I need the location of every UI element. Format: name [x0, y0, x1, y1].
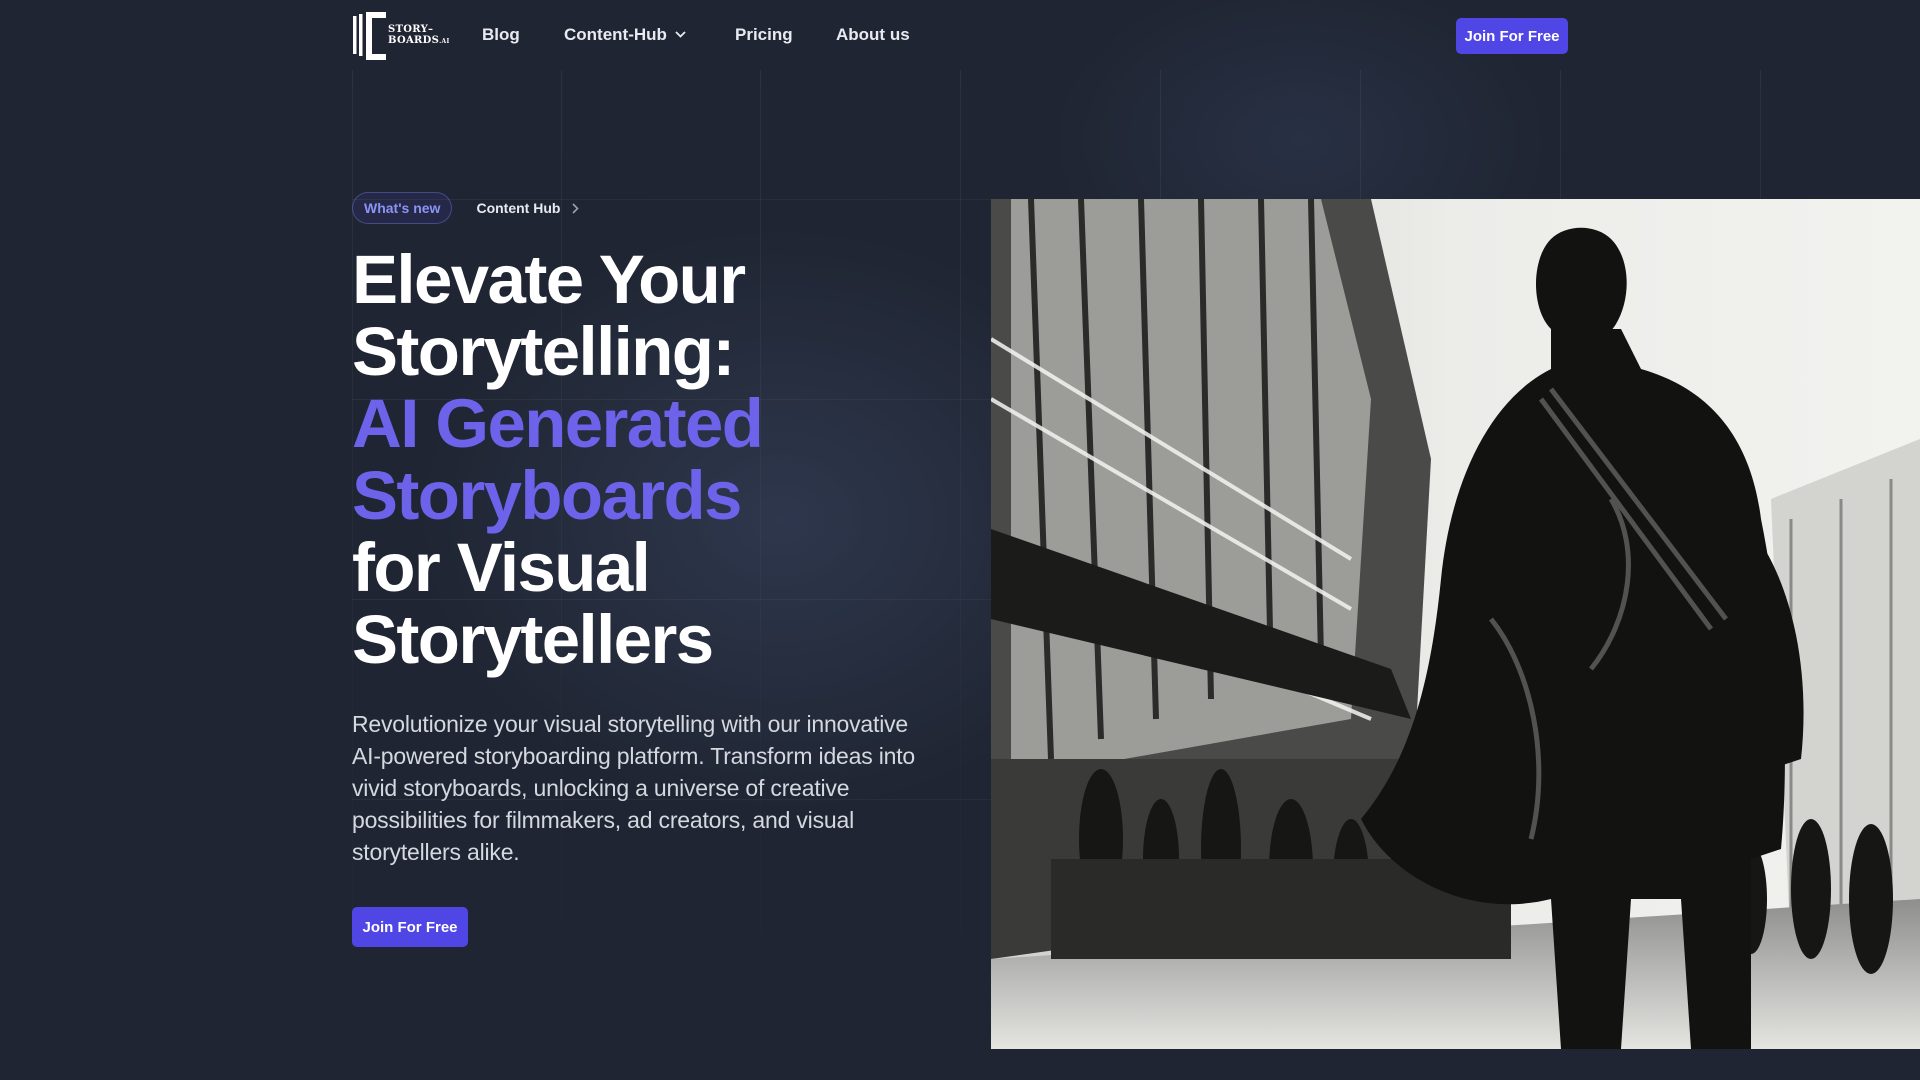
- headline-line: Elevate Your: [352, 241, 746, 318]
- nav-blog-link[interactable]: Blog: [482, 25, 520, 45]
- nav-content-hub-dropdown[interactable]: Content-Hub: [564, 25, 686, 45]
- landing-page: STORY– BOARDS.AI Blog Content-Hub Pricin…: [0, 0, 1920, 1080]
- chevron-down-icon: [675, 31, 686, 38]
- top-navigation: STORY– BOARDS.AI Blog Content-Hub Pricin…: [0, 0, 1920, 72]
- chevron-right-icon: [572, 202, 580, 214]
- headline-line: Storytellers: [352, 601, 714, 678]
- content-hub-link[interactable]: Content Hub: [476, 200, 580, 216]
- nav-pricing-link[interactable]: Pricing: [735, 25, 793, 45]
- storyboards-logo[interactable]: STORY– BOARDS.AI: [352, 8, 449, 64]
- logo-wordmark: STORY– BOARDS.AI: [388, 24, 450, 46]
- nav-about-link[interactable]: About us: [836, 25, 910, 45]
- join-for-free-hero-button[interactable]: Join For Free: [352, 907, 468, 947]
- logo-mark-icon: [353, 12, 386, 60]
- join-for-free-nav-button[interactable]: Join For Free: [1456, 18, 1568, 54]
- grid-line: [960, 70, 961, 1080]
- hero-headline: Elevate Your Storytelling: AI Generated …: [352, 244, 912, 676]
- content-hub-link-label: Content Hub: [476, 200, 561, 216]
- storyboard-illustration: [991, 199, 1920, 1049]
- announcement-bar: What's new Content Hub: [352, 192, 580, 224]
- nav-content-hub-label: Content-Hub: [564, 25, 667, 44]
- storyboard-illustration-icon: [991, 199, 1920, 1049]
- whats-new-badge[interactable]: What's new: [352, 192, 453, 224]
- headline-accent-line: AI Generated: [352, 385, 764, 462]
- headline-line: Storytelling:: [352, 313, 735, 390]
- hero-description: Revolutionize your visual storytelling w…: [352, 711, 915, 865]
- headline-line: for Visual: [352, 529, 651, 606]
- headline-accent-line: Storyboards: [352, 457, 742, 534]
